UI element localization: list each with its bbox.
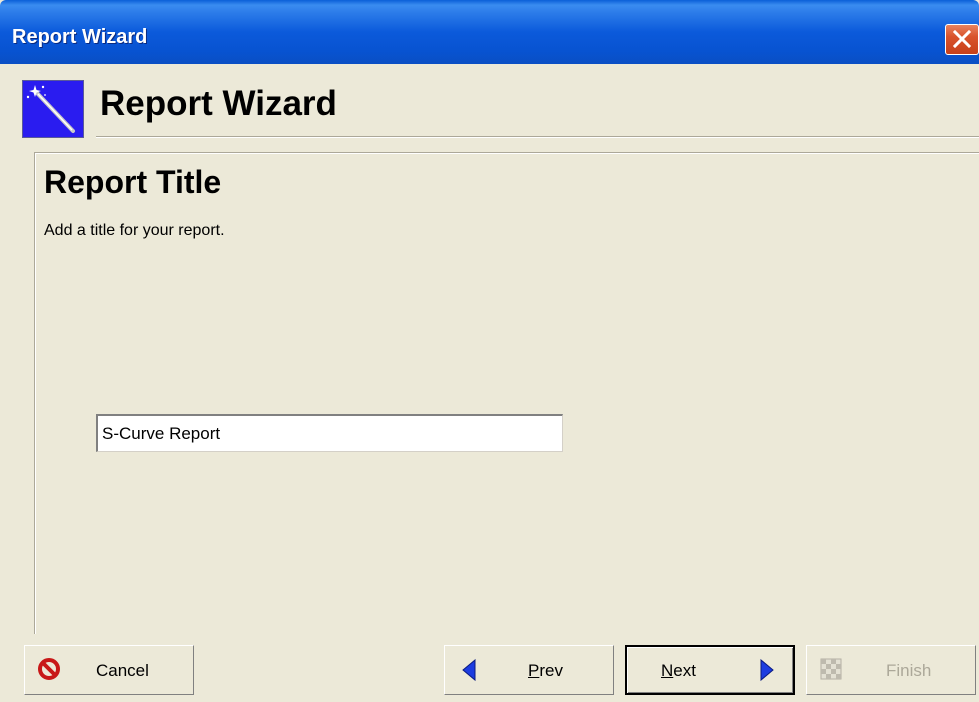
page-title: Report Title (44, 164, 222, 200)
report-title-input[interactable] (96, 414, 563, 452)
report-wizard-window: Report Wizard Report Wizard Report Title… (0, 0, 979, 702)
header-separator (96, 136, 979, 138)
arrow-left-icon (461, 658, 477, 687)
prev-button[interactable]: Prev (444, 645, 614, 695)
next-label: Next (661, 661, 696, 680)
cancel-icon (37, 657, 61, 686)
close-button[interactable] (945, 24, 979, 55)
prev-label: Prev (528, 661, 563, 680)
finish-label: Finish (886, 661, 932, 680)
wizard-header-title: Report Wizard (100, 84, 337, 123)
arrow-right-icon (759, 658, 775, 687)
finish-button[interactable]: Finish (806, 645, 976, 695)
page-description: Add a title for your report. (44, 222, 225, 239)
window-title: Report Wizard (12, 26, 148, 48)
close-icon (953, 30, 971, 48)
title-bar[interactable]: Report Wizard (0, 0, 979, 64)
cancel-button[interactable]: Cancel (24, 645, 194, 695)
cancel-label: Cancel (96, 661, 149, 680)
next-button[interactable]: Next (625, 645, 795, 695)
magic-wand-icon (22, 80, 84, 138)
checkered-flag-icon (819, 657, 843, 686)
